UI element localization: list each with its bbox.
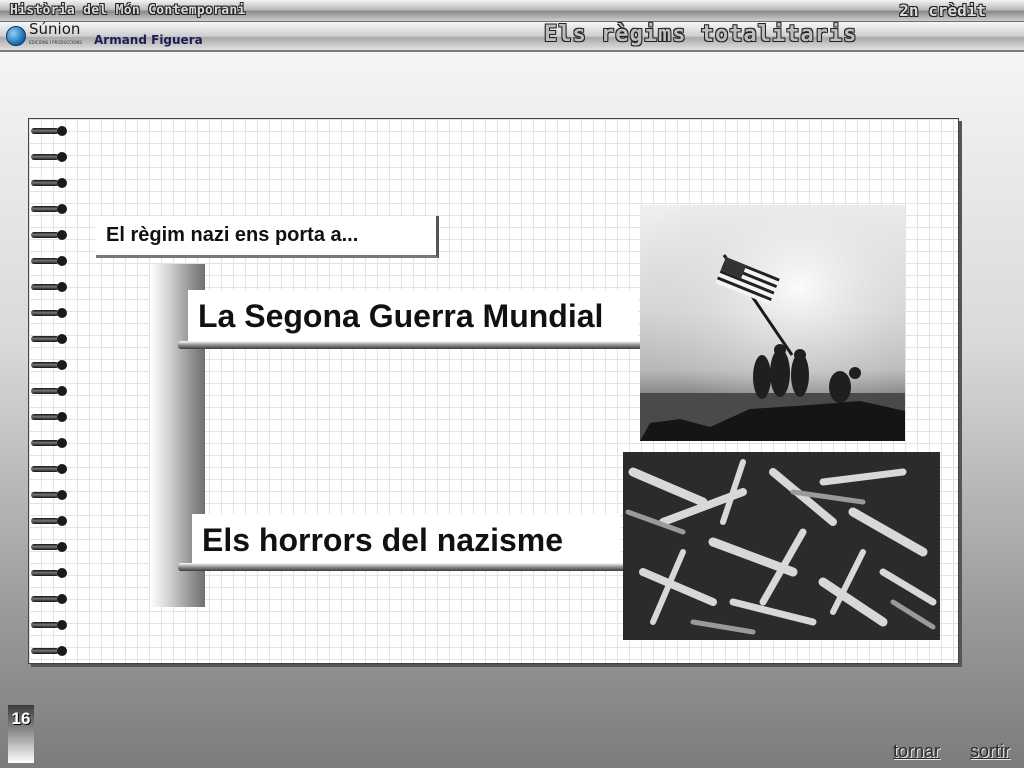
spiral-ring (31, 645, 67, 657)
spiral-ring (31, 411, 67, 423)
globe-icon (6, 26, 26, 46)
spiral-ring (31, 229, 67, 241)
page-number: 16 (8, 705, 34, 763)
flag-raising-photo (640, 205, 905, 441)
brand-name: Súnion EDICIONS I PRODUCCIONS (29, 22, 82, 50)
spiral-ring (31, 593, 67, 605)
spiral-ring (31, 463, 67, 475)
flag-raising-illustration (640, 205, 905, 441)
spiral-ring (31, 541, 67, 553)
spiral-ring (31, 437, 67, 449)
course-title: Història del Món Contemporani (10, 3, 246, 18)
topic-nazi-horrors[interactable]: Els horrors del nazisme (192, 514, 620, 566)
topic-world-war-2[interactable]: La Segona Guerra Mundial (188, 290, 638, 342)
spiral-ring (31, 489, 67, 501)
spiral-ring (31, 203, 67, 215)
spiral-ring (31, 385, 67, 397)
top-bar: Història del Món Contemporani 2n crèdit (0, 0, 1024, 22)
spiral-ring (31, 619, 67, 631)
camp-illustration (623, 452, 940, 640)
spiral-ring (31, 281, 67, 293)
exit-link[interactable]: sortir (970, 741, 1010, 762)
spiral-ring (31, 359, 67, 371)
concentration-camp-photo (623, 452, 940, 640)
topic-underline (178, 563, 626, 571)
section-title: Els règims totalitaris (544, 22, 858, 47)
spiral-ring (31, 515, 67, 527)
spiral-ring (31, 255, 67, 267)
spiral-binding (29, 119, 71, 665)
topic-underline (178, 341, 642, 349)
credit-label: 2n crèdit (899, 1, 986, 20)
intro-label: El règim nazi ens porta a... (96, 216, 439, 258)
publisher-logo: Súnion EDICIONS I PRODUCCIONS (6, 22, 82, 50)
spiral-ring (31, 567, 67, 579)
back-link[interactable]: tornar (893, 741, 940, 762)
spiral-ring (31, 125, 67, 137)
spiral-ring (31, 151, 67, 163)
author-name: Armand Figuera (94, 33, 203, 47)
spiral-ring (31, 307, 67, 319)
spiral-ring (31, 333, 67, 345)
spiral-ring (31, 177, 67, 189)
brand-subtitle: EDICIONS I PRODUCCIONS (29, 40, 82, 45)
